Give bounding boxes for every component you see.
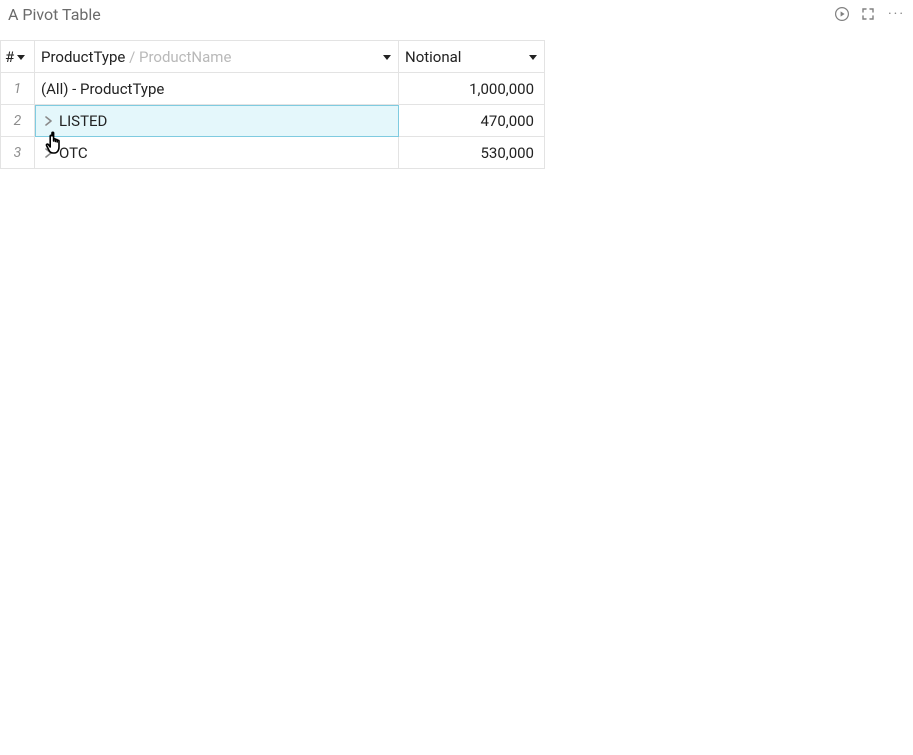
table-row[interactable]: 1 (All) - ProductType 1,000,000: [1, 73, 545, 105]
measure-label: Notional: [405, 48, 461, 66]
dimension-sort-icon[interactable]: [382, 52, 392, 62]
row-label: (All) - ProductType: [41, 80, 164, 98]
row-index: 3: [1, 137, 35, 169]
dimension-secondary: ProductName: [139, 48, 231, 66]
dimension-column-header[interactable]: ProductType / ProductName: [35, 41, 399, 73]
dimension-label: ProductType / ProductName: [41, 48, 231, 66]
dimension-primary: ProductType: [41, 48, 125, 66]
pivot-table: # ProductType / ProductName: [0, 40, 545, 169]
more-icon[interactable]: ···: [886, 7, 907, 21]
measure-column-header[interactable]: Notional: [399, 41, 545, 73]
index-column-header[interactable]: #: [1, 41, 35, 73]
measure-sort-icon[interactable]: [528, 52, 538, 62]
fullscreen-icon[interactable]: [860, 6, 876, 22]
row-value: 1,000,000: [399, 73, 545, 105]
expand-icon[interactable]: [41, 148, 55, 158]
table-row[interactable]: 2 LISTED 470,000: [1, 105, 545, 137]
table-row[interactable]: 3 OTC 530,000: [1, 137, 545, 169]
title-bar: A Pivot Table ···: [0, 0, 913, 28]
dimension-separator: /: [125, 48, 139, 66]
row-dimension[interactable]: OTC: [35, 137, 399, 169]
header-row: # ProductType / ProductName: [1, 41, 545, 73]
row-dimension[interactable]: LISTED: [35, 105, 399, 137]
row-label: LISTED: [59, 112, 107, 130]
row-dimension[interactable]: (All) - ProductType: [35, 73, 399, 105]
hash-symbol: #: [5, 48, 14, 66]
row-value: 470,000: [399, 105, 545, 137]
index-sort-icon[interactable]: [16, 52, 26, 62]
play-icon[interactable]: [834, 6, 850, 22]
row-index: 2: [1, 105, 35, 137]
row-label: OTC: [59, 144, 88, 162]
toolbar: ···: [834, 6, 907, 22]
expand-icon[interactable]: [41, 116, 55, 126]
row-value: 530,000: [399, 137, 545, 169]
page-title: A Pivot Table: [6, 5, 101, 24]
row-index: 1: [1, 73, 35, 105]
